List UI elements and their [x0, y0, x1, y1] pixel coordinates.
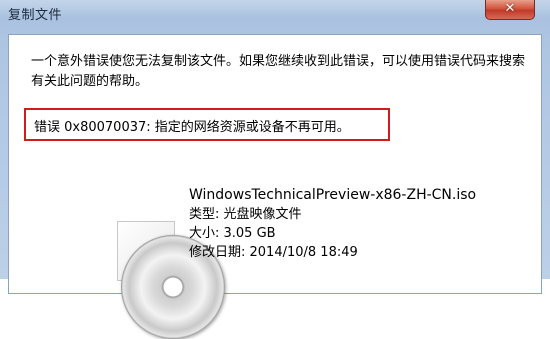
file-info: WindowsTechnicalPreview-x86-ZH-CN.iso 类型… — [189, 185, 476, 262]
window-title: 复制文件 — [8, 8, 63, 23]
error-code-text: 错误 0x80070037: 指定的网络资源或设备不再可用。 — [34, 120, 350, 135]
file-modified-date: 修改日期: 2014/10/8 18:49 — [189, 245, 358, 260]
file-size: 大小: 3.05 GB — [189, 226, 276, 241]
file-type: 类型: 光盘映像文件 — [189, 207, 302, 222]
file-name: WindowsTechnicalPreview-x86-ZH-CN.iso — [189, 187, 477, 203]
error-code-highlight: 错误 0x80070037: 指定的网络资源或设备不再可用。 — [24, 108, 390, 141]
dialog-content: 一个意外错误使您无法复制该文件。如果您继续收到此错误，可以使用错误代码来搜索有关… — [8, 34, 542, 339]
error-message: 一个意外错误使您无法复制该文件。如果您继续收到此错误，可以使用错误代码来搜索有关… — [31, 54, 526, 89]
dialog-window: 复制文件 ✕ 一个意外错误使您无法复制该文件。如果您继续收到此错误，可以使用错误… — [0, 0, 550, 339]
close-button[interactable]: ✕ — [485, 0, 535, 20]
close-icon: ✕ — [504, 1, 516, 16]
